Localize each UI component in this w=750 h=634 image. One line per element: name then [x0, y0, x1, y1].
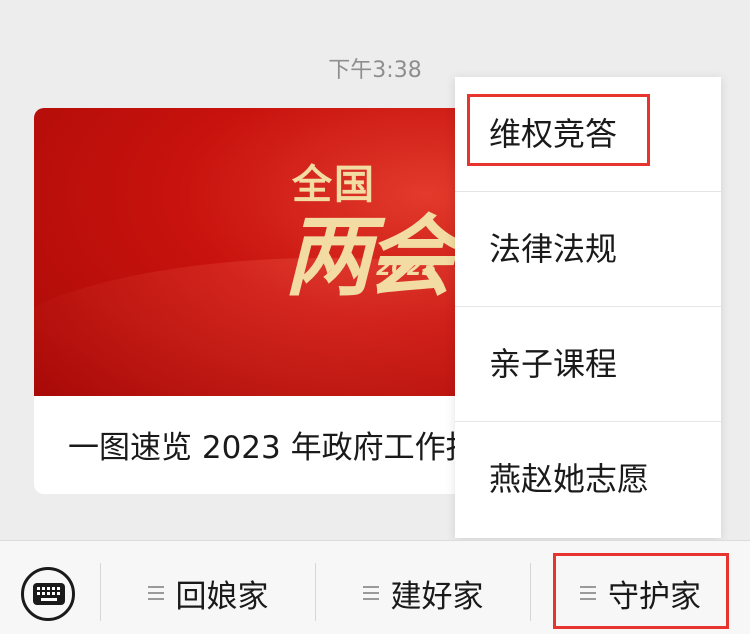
menu-lines-icon — [147, 585, 164, 600]
bar-menu-label: 回娘家 — [175, 579, 269, 615]
menu-item-label: 亲子课程 — [489, 345, 618, 383]
cover-text-year: 2023 — [376, 256, 438, 281]
keyboard-icon[interactable] — [21, 567, 75, 621]
menu-item-rights-quiz[interactable]: 维权竞答 — [455, 77, 721, 192]
menu-item-label: 法律法规 — [489, 230, 618, 268]
bar-menu-build-home[interactable]: 建好家 — [316, 541, 530, 634]
menu-item-parenting-courses[interactable]: 亲子课程 — [455, 307, 721, 422]
bar-menu-label: 建好家 — [390, 579, 484, 615]
menu-lines-icon — [362, 585, 379, 600]
menu-item-label: 燕赵她志愿 — [489, 460, 650, 498]
popup-menu: 维权竞答 法律法规 亲子课程 燕赵她志愿 — [455, 77, 721, 538]
menu-item-laws[interactable]: 法律法规 — [455, 192, 721, 307]
chat-area: 下午3:38 全国 两会 2023 一图速览 2023 年政府工作报告 维权竞答… — [0, 0, 750, 540]
highlight-box — [553, 553, 729, 629]
bar-menu-home-visit[interactable]: 回娘家 — [101, 541, 315, 634]
highlight-box — [467, 94, 650, 166]
cover-text-big: 两会 — [284, 204, 454, 308]
menu-item-volunteer[interactable]: 燕赵她志愿 — [455, 422, 721, 537]
bottom-menu-bar: 回娘家 建好家 守护家 — [0, 540, 750, 634]
